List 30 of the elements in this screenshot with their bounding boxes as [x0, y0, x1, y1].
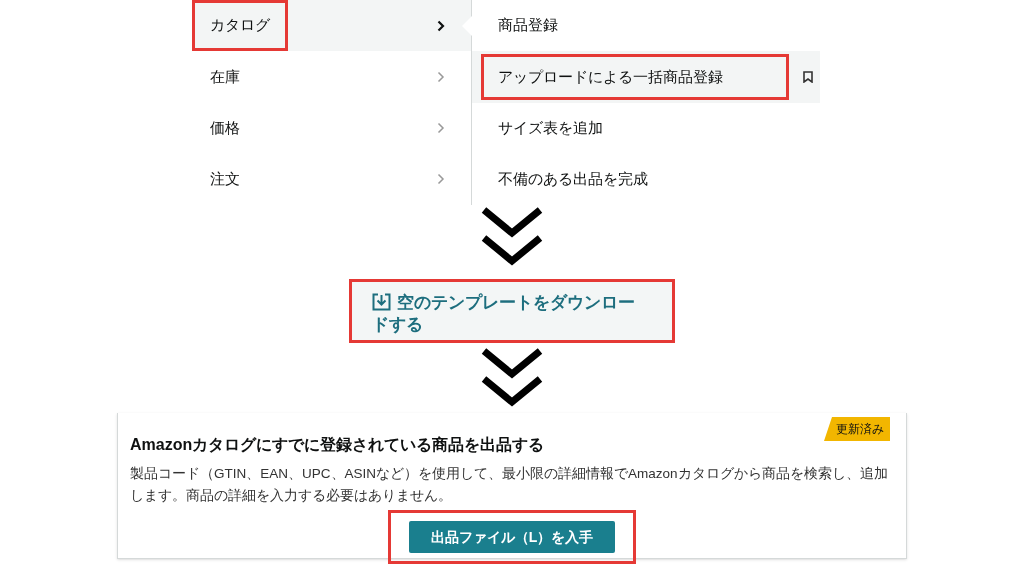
chevron-right-icon	[437, 70, 445, 83]
menu-item[interactable]: カタログ	[192, 0, 471, 52]
card-description: 製品コード（GTIN、EAN、UPC、ASINなど）を使用して、最小限の詳細情報でAmazonカタログから商品を検索し、追加します。商品の詳細を入力する必要はありません。	[130, 465, 889, 505]
submenu-item-label: サイズ表を追加	[497, 117, 604, 138]
chevron-right-icon	[437, 173, 445, 186]
menu-item-label: 注文	[209, 169, 241, 190]
submenu-item[interactable]: アップロードによる一括商品登録	[472, 51, 820, 103]
chevron-right-icon	[437, 122, 445, 135]
menu-item[interactable]: 在庫	[192, 51, 471, 103]
submenu-item[interactable]: 不備のある出品を完成	[472, 153, 820, 205]
chevron-right-icon	[437, 19, 445, 32]
double-chevron-icon	[479, 348, 545, 408]
get-listing-file-button[interactable]: 出品ファイル（L）を入手	[409, 521, 615, 553]
double-chevron-icon	[479, 207, 545, 267]
menu-item[interactable]: 注文	[192, 153, 471, 205]
menu-item[interactable]: 価格	[192, 102, 471, 154]
submenu-item[interactable]: 商品登録	[472, 0, 820, 52]
menu-item-label: 価格	[209, 117, 241, 138]
submenu-item-label: アップロードによる一括商品登録	[481, 53, 789, 100]
updated-badge: 更新済み	[824, 417, 890, 441]
download-template-link[interactable]: 空のテンプレートをダウンロードする	[349, 279, 675, 343]
menu-item-label: 在庫	[209, 66, 241, 87]
submenu-item[interactable]: サイズ表を追加	[472, 102, 820, 154]
bookmark-icon[interactable]	[803, 70, 813, 83]
download-icon	[372, 293, 391, 311]
submenu-item-label: 商品登録	[497, 15, 559, 36]
submenu-item-label: 不備のある出品を完成	[497, 169, 649, 190]
pointer-notch-icon	[462, 16, 472, 36]
card-title: Amazonカタログにすでに登録されている商品を出品する	[130, 435, 545, 455]
menu-item-label: カタログ	[192, 0, 288, 52]
